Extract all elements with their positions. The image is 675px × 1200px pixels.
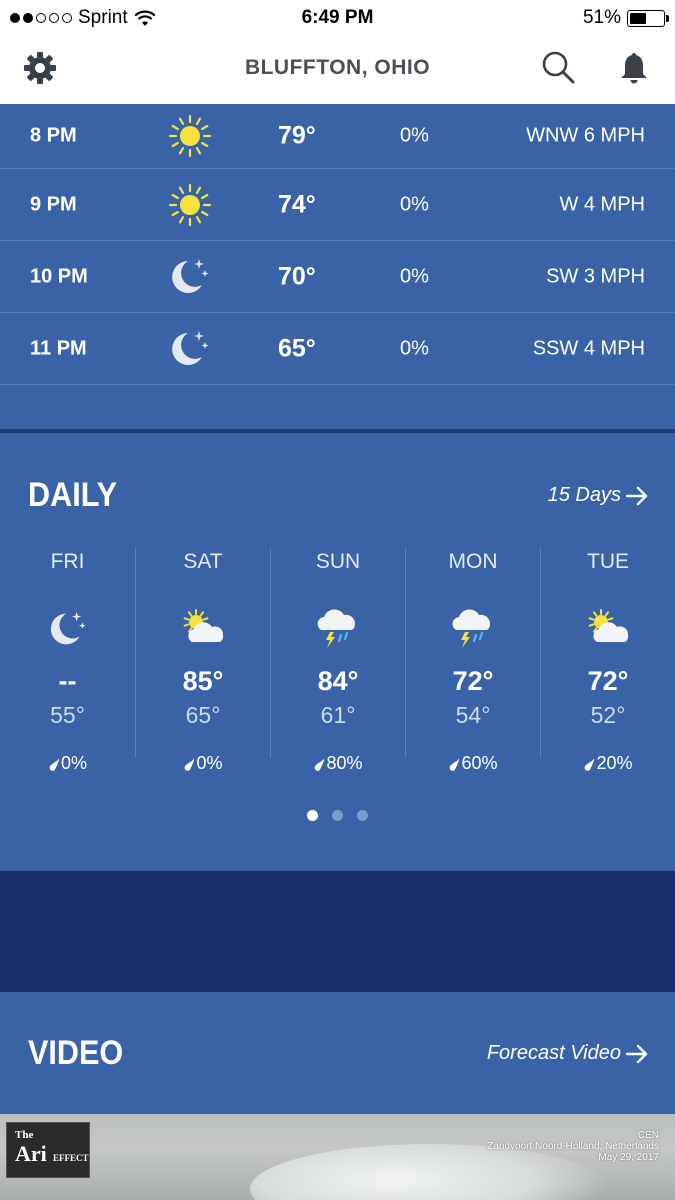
day-column[interactable]: MON 72° 54° 60% bbox=[405, 548, 540, 773]
battery-icon bbox=[627, 9, 669, 27]
moon-icon bbox=[43, 606, 93, 652]
partly-cloudy-icon bbox=[178, 606, 228, 652]
daily-forecast: FRI -- 55° 0% SAT 85° 65° 0% SUN 84° 61°… bbox=[0, 548, 675, 773]
hourly-row[interactable]: 10 PM 70° 0% SW 3 MPH bbox=[0, 241, 675, 313]
raindrop-icon bbox=[315, 757, 325, 771]
day-name: MON bbox=[448, 550, 498, 573]
moon-icon bbox=[166, 253, 214, 301]
hourly-row[interactable]: 9 PM 74° 0% W 4 MPH bbox=[0, 169, 675, 241]
hour-time: 10 PM bbox=[30, 265, 88, 287]
app-header: BLUFFTON, OHIO bbox=[0, 36, 675, 104]
hour-precipitation: 0% bbox=[400, 337, 429, 359]
forecast-video-label: Forecast Video bbox=[486, 1042, 621, 1064]
day-high-temp: 72° bbox=[452, 666, 494, 696]
status-bar: Sprint 6:49 PM 51% bbox=[0, 0, 675, 36]
logo-ari: Ari bbox=[15, 1141, 47, 1166]
thunderstorm-icon bbox=[448, 606, 498, 652]
hour-precipitation: 0% bbox=[400, 265, 429, 287]
day-precipitation: 20% bbox=[541, 753, 675, 774]
section-divider bbox=[0, 429, 675, 433]
forecast-video-link[interactable]: Forecast Video bbox=[487, 1042, 649, 1065]
logo-the: The bbox=[15, 1129, 34, 1141]
day-low-temp: 61° bbox=[320, 702, 356, 728]
raindrop-icon bbox=[585, 757, 595, 771]
day-name: SAT bbox=[183, 550, 223, 573]
ad-banner[interactable] bbox=[0, 871, 675, 992]
fifteen-days-link[interactable]: 15 Days bbox=[548, 484, 649, 507]
arrow-right-icon bbox=[625, 486, 648, 505]
hour-precipitation: 0% bbox=[400, 193, 429, 215]
day-high-temp: 84° bbox=[317, 666, 359, 696]
bell-icon[interactable] bbox=[616, 50, 652, 86]
search-icon[interactable] bbox=[540, 50, 576, 86]
video-thumbnail[interactable]: The Ari EFFECT CEN Zandvoort Noord-Holla… bbox=[0, 1114, 675, 1200]
day-precip-value: 20% bbox=[596, 753, 633, 773]
day-column[interactable]: FRI -- 55° 0% bbox=[0, 548, 135, 773]
video-caption: CEN Zandvoort Noord-Holland, Netherlands… bbox=[487, 1130, 659, 1163]
day-precip-value: 0% bbox=[60, 753, 87, 773]
page-dot[interactable] bbox=[332, 810, 343, 821]
hour-precipitation: 0% bbox=[400, 124, 429, 147]
day-column[interactable]: SUN 84° 61° 80% bbox=[270, 548, 405, 773]
sun-icon bbox=[166, 181, 214, 229]
caption-location: Zandvoort Noord-Holland, Netherlands bbox=[487, 1141, 659, 1152]
day-precip-value: 60% bbox=[461, 753, 498, 773]
day-precip-value: 0% bbox=[196, 753, 223, 773]
day-high-temp: 85° bbox=[182, 666, 224, 696]
hour-wind: SSW 4 MPH bbox=[532, 337, 645, 359]
raindrop-icon bbox=[49, 757, 60, 771]
day-low-temp: 55° bbox=[50, 702, 85, 728]
hour-temperature: 70° bbox=[278, 262, 316, 290]
day-precipitation: 80% bbox=[271, 753, 405, 774]
sun-icon bbox=[166, 112, 214, 160]
caption-date: May 29, 2017 bbox=[598, 1152, 659, 1163]
logo-effect: EFFECT bbox=[53, 1153, 89, 1163]
page-dot[interactable] bbox=[307, 810, 318, 821]
hour-time: 11 PM bbox=[30, 337, 87, 359]
day-name: SUN bbox=[315, 550, 361, 573]
thunderstorm-icon bbox=[313, 606, 363, 652]
status-right: 51% bbox=[582, 7, 669, 29]
page-dot[interactable] bbox=[357, 810, 368, 821]
hour-time: 8 PM bbox=[30, 124, 77, 147]
raindrop-icon bbox=[450, 757, 460, 771]
day-name: TUE bbox=[587, 550, 629, 573]
hourly-forecast: 8 PM 79° 0% WNW 6 MPH 9 PM 74° 0% W 4 MP… bbox=[0, 104, 675, 430]
caption-source: CEN bbox=[637, 1130, 659, 1141]
moon-icon bbox=[166, 325, 214, 373]
hour-wind: SW 3 MPH bbox=[546, 265, 645, 287]
hour-wind: WNW 6 MPH bbox=[526, 124, 645, 147]
status-time: 6:49 PM bbox=[301, 7, 374, 28]
day-low-temp: 52° bbox=[590, 702, 626, 728]
hour-temperature: 79° bbox=[278, 121, 316, 150]
day-name: FRI bbox=[50, 550, 85, 573]
day-column[interactable]: SAT 85° 65° 0% bbox=[135, 548, 270, 773]
day-low-temp: 54° bbox=[455, 702, 491, 728]
day-precipitation: 60% bbox=[406, 753, 540, 774]
day-low-temp: 65° bbox=[185, 702, 221, 728]
hourly-spacer bbox=[0, 385, 675, 430]
hour-temperature: 65° bbox=[278, 334, 316, 362]
hourly-row[interactable]: 8 PM 79° 0% WNW 6 MPH bbox=[0, 104, 675, 169]
day-high-temp: -- bbox=[58, 666, 77, 696]
battery-percent: 51% bbox=[582, 7, 621, 28]
arrow-right-icon bbox=[625, 1044, 648, 1063]
raindrop-icon bbox=[185, 757, 195, 771]
partly-cloudy-icon bbox=[583, 606, 633, 652]
hour-wind: W 4 MPH bbox=[559, 193, 645, 215]
hour-time: 9 PM bbox=[30, 193, 77, 215]
hourly-row[interactable]: 11 PM 65° 0% SSW 4 MPH bbox=[0, 313, 675, 385]
day-precipitation: 0% bbox=[136, 753, 270, 774]
video-heading: VIDEO bbox=[28, 1034, 124, 1072]
page-indicator[interactable] bbox=[0, 810, 675, 821]
day-precip-value: 80% bbox=[326, 753, 363, 773]
video-logo: The Ari EFFECT bbox=[6, 1122, 90, 1178]
fifteen-days-label: 15 Days bbox=[547, 484, 621, 506]
day-precipitation: 0% bbox=[0, 753, 135, 774]
daily-heading: DAILY bbox=[28, 476, 118, 514]
hour-temperature: 74° bbox=[278, 190, 316, 218]
day-column[interactable]: TUE 72° 52° 20% bbox=[540, 548, 675, 773]
day-high-temp: 72° bbox=[587, 666, 629, 696]
